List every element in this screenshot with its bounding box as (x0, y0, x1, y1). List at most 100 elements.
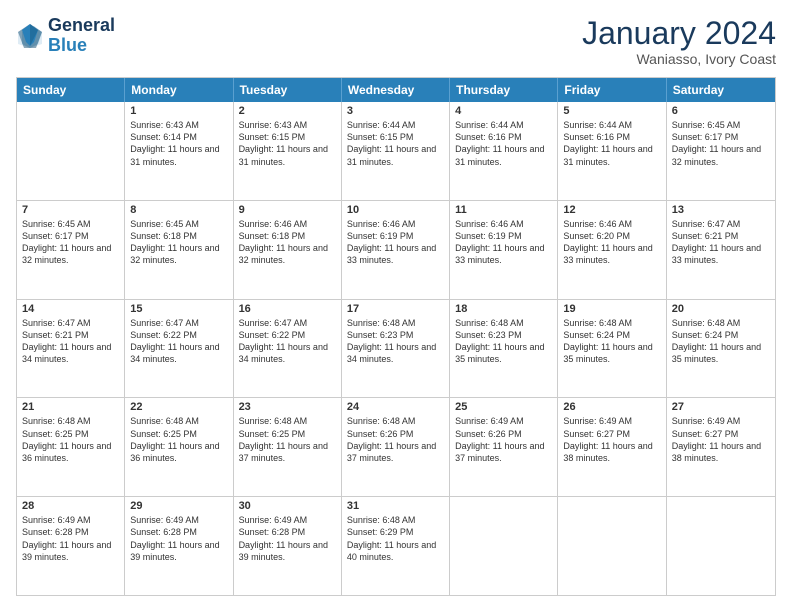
day-number: 22 (130, 401, 227, 413)
cal-header-cell: Wednesday (342, 78, 450, 102)
day-number: 4 (455, 105, 552, 117)
cal-cell: 22 Sunrise: 6:48 AM Sunset: 6:25 PM Dayli… (125, 398, 233, 496)
day-info: Sunrise: 6:44 AM Sunset: 6:16 PM Dayligh… (563, 119, 660, 168)
day-info: Sunrise: 6:48 AM Sunset: 6:25 PM Dayligh… (130, 415, 227, 464)
title-area: January 2024 Waniasso, Ivory Coast (582, 16, 776, 67)
logo: General Blue (16, 16, 115, 56)
day-info: Sunrise: 6:47 AM Sunset: 6:22 PM Dayligh… (130, 317, 227, 366)
day-info: Sunrise: 6:46 AM Sunset: 6:18 PM Dayligh… (239, 218, 336, 267)
day-info: Sunrise: 6:47 AM Sunset: 6:21 PM Dayligh… (672, 218, 770, 267)
cal-cell: 19 Sunrise: 6:48 AM Sunset: 6:24 PM Dayli… (558, 300, 666, 398)
cal-cell: 16Sunrise: 6:47 AM Sunset: 6:22 PM Dayli… (234, 300, 342, 398)
day-info: Sunrise: 6:43 AM Sunset: 6:14 PM Dayligh… (130, 119, 227, 168)
calendar-header: SundayMondayTuesdayWednesdayThursdayFrid… (17, 78, 775, 102)
day-number: 8 (130, 204, 227, 216)
cal-week-row: 28 Sunrise: 6:49 AM Sunset: 6:28 PM Dayli… (17, 496, 775, 595)
month-title: January 2024 (582, 16, 776, 51)
day-number: 2 (239, 105, 336, 117)
day-info: Sunrise: 6:49 AM Sunset: 6:27 PM Dayligh… (563, 415, 660, 464)
day-number: 13 (672, 204, 770, 216)
cal-cell: 20Sunrise: 6:48 AM Sunset: 6:24 PM Dayli… (667, 300, 775, 398)
cal-cell: 30 Sunrise: 6:49 AM Sunset: 6:28 PM Dayli… (234, 497, 342, 595)
day-number: 10 (347, 204, 444, 216)
day-number: 30 (239, 500, 336, 512)
cal-cell: 15Sunrise: 6:47 AM Sunset: 6:22 PM Dayli… (125, 300, 233, 398)
cal-cell: 23Sunrise: 6:48 AM Sunset: 6:25 PM Dayli… (234, 398, 342, 496)
day-info: Sunrise: 6:46 AM Sunset: 6:19 PM Dayligh… (347, 218, 444, 267)
day-info: Sunrise: 6:48 AM Sunset: 6:23 PM Dayligh… (347, 317, 444, 366)
cal-cell: 12Sunrise: 6:46 AM Sunset: 6:20 PM Dayli… (558, 201, 666, 299)
cal-cell: 14 Sunrise: 6:47 AM Sunset: 6:21 PM Dayli… (17, 300, 125, 398)
day-info: Sunrise: 6:48 AM Sunset: 6:26 PM Dayligh… (347, 415, 444, 464)
cal-header-cell: Tuesday (234, 78, 342, 102)
cal-week-row: 1 Sunrise: 6:43 AM Sunset: 6:14 PM Daylig… (17, 102, 775, 200)
cal-cell (17, 102, 125, 200)
day-number: 31 (347, 500, 444, 512)
day-number: 14 (22, 303, 119, 315)
logo-icon (16, 22, 44, 50)
day-number: 28 (22, 500, 119, 512)
header: General Blue January 2024 Waniasso, Ivor… (16, 16, 776, 67)
cal-header-cell: Sunday (17, 78, 125, 102)
day-info: Sunrise: 6:47 AM Sunset: 6:21 PM Dayligh… (22, 317, 119, 366)
cal-cell: 17 Sunrise: 6:48 AM Sunset: 6:23 PM Dayli… (342, 300, 450, 398)
day-number: 17 (347, 303, 444, 315)
day-info: Sunrise: 6:49 AM Sunset: 6:28 PM Dayligh… (239, 514, 336, 563)
day-number: 5 (563, 105, 660, 117)
cal-week-row: 7Sunrise: 6:45 AM Sunset: 6:17 PM Daylig… (17, 200, 775, 299)
cal-cell: 10 Sunrise: 6:46 AM Sunset: 6:19 PM Dayli… (342, 201, 450, 299)
day-info: Sunrise: 6:44 AM Sunset: 6:16 PM Dayligh… (455, 119, 552, 168)
cal-cell: 2 Sunrise: 6:43 AM Sunset: 6:15 PM Daylig… (234, 102, 342, 200)
cal-week-row: 14 Sunrise: 6:47 AM Sunset: 6:21 PM Dayli… (17, 299, 775, 398)
day-info: Sunrise: 6:48 AM Sunset: 6:25 PM Dayligh… (22, 415, 119, 464)
cal-cell: 21Sunrise: 6:48 AM Sunset: 6:25 PM Dayli… (17, 398, 125, 496)
day-number: 12 (563, 204, 660, 216)
cal-cell (558, 497, 666, 595)
cal-cell: 11Sunrise: 6:46 AM Sunset: 6:19 PM Dayli… (450, 201, 558, 299)
cal-header-cell: Thursday (450, 78, 558, 102)
day-info: Sunrise: 6:48 AM Sunset: 6:23 PM Dayligh… (455, 317, 552, 366)
cal-cell: 24 Sunrise: 6:48 AM Sunset: 6:26 PM Dayli… (342, 398, 450, 496)
cal-cell: 25 Sunrise: 6:49 AM Sunset: 6:26 PM Dayli… (450, 398, 558, 496)
day-number: 16 (239, 303, 336, 315)
cal-cell: 1 Sunrise: 6:43 AM Sunset: 6:14 PM Daylig… (125, 102, 233, 200)
cal-cell (667, 497, 775, 595)
cal-cell: 7Sunrise: 6:45 AM Sunset: 6:17 PM Daylig… (17, 201, 125, 299)
day-info: Sunrise: 6:49 AM Sunset: 6:26 PM Dayligh… (455, 415, 552, 464)
day-info: Sunrise: 6:45 AM Sunset: 6:18 PM Dayligh… (130, 218, 227, 267)
cal-header-cell: Saturday (667, 78, 775, 102)
day-number: 26 (563, 401, 660, 413)
day-number: 19 (563, 303, 660, 315)
day-number: 25 (455, 401, 552, 413)
cal-cell: 13 Sunrise: 6:47 AM Sunset: 6:21 PM Dayli… (667, 201, 775, 299)
day-info: Sunrise: 6:46 AM Sunset: 6:19 PM Dayligh… (455, 218, 552, 267)
cal-cell: 18 Sunrise: 6:48 AM Sunset: 6:23 PM Dayli… (450, 300, 558, 398)
cal-cell: 31Sunrise: 6:48 AM Sunset: 6:29 PM Dayli… (342, 497, 450, 595)
cal-week-row: 21Sunrise: 6:48 AM Sunset: 6:25 PM Dayli… (17, 397, 775, 496)
day-info: Sunrise: 6:48 AM Sunset: 6:24 PM Dayligh… (672, 317, 770, 366)
day-number: 24 (347, 401, 444, 413)
day-number: 29 (130, 500, 227, 512)
day-number: 27 (672, 401, 770, 413)
cal-cell: 29 Sunrise: 6:49 AM Sunset: 6:28 PM Dayli… (125, 497, 233, 595)
day-number: 6 (672, 105, 770, 117)
cal-header-cell: Monday (125, 78, 233, 102)
cal-cell: 3Sunrise: 6:44 AM Sunset: 6:15 PM Daylig… (342, 102, 450, 200)
logo-line1: General (48, 16, 115, 36)
cal-header-cell: Friday (558, 78, 666, 102)
logo-text: General Blue (48, 16, 115, 56)
day-info: Sunrise: 6:43 AM Sunset: 6:15 PM Dayligh… (239, 119, 336, 168)
day-info: Sunrise: 6:45 AM Sunset: 6:17 PM Dayligh… (22, 218, 119, 267)
day-number: 9 (239, 204, 336, 216)
day-number: 18 (455, 303, 552, 315)
day-info: Sunrise: 6:48 AM Sunset: 6:24 PM Dayligh… (563, 317, 660, 366)
day-info: Sunrise: 6:49 AM Sunset: 6:28 PM Dayligh… (130, 514, 227, 563)
day-number: 1 (130, 105, 227, 117)
cal-cell: 27Sunrise: 6:49 AM Sunset: 6:27 PM Dayli… (667, 398, 775, 496)
cal-cell: 6 Sunrise: 6:45 AM Sunset: 6:17 PM Daylig… (667, 102, 775, 200)
subtitle: Waniasso, Ivory Coast (582, 51, 776, 67)
logo-line2: Blue (48, 36, 115, 56)
calendar-body: 1 Sunrise: 6:43 AM Sunset: 6:14 PM Daylig… (17, 102, 775, 595)
day-info: Sunrise: 6:45 AM Sunset: 6:17 PM Dayligh… (672, 119, 770, 168)
cal-cell: 9 Sunrise: 6:46 AM Sunset: 6:18 PM Daylig… (234, 201, 342, 299)
